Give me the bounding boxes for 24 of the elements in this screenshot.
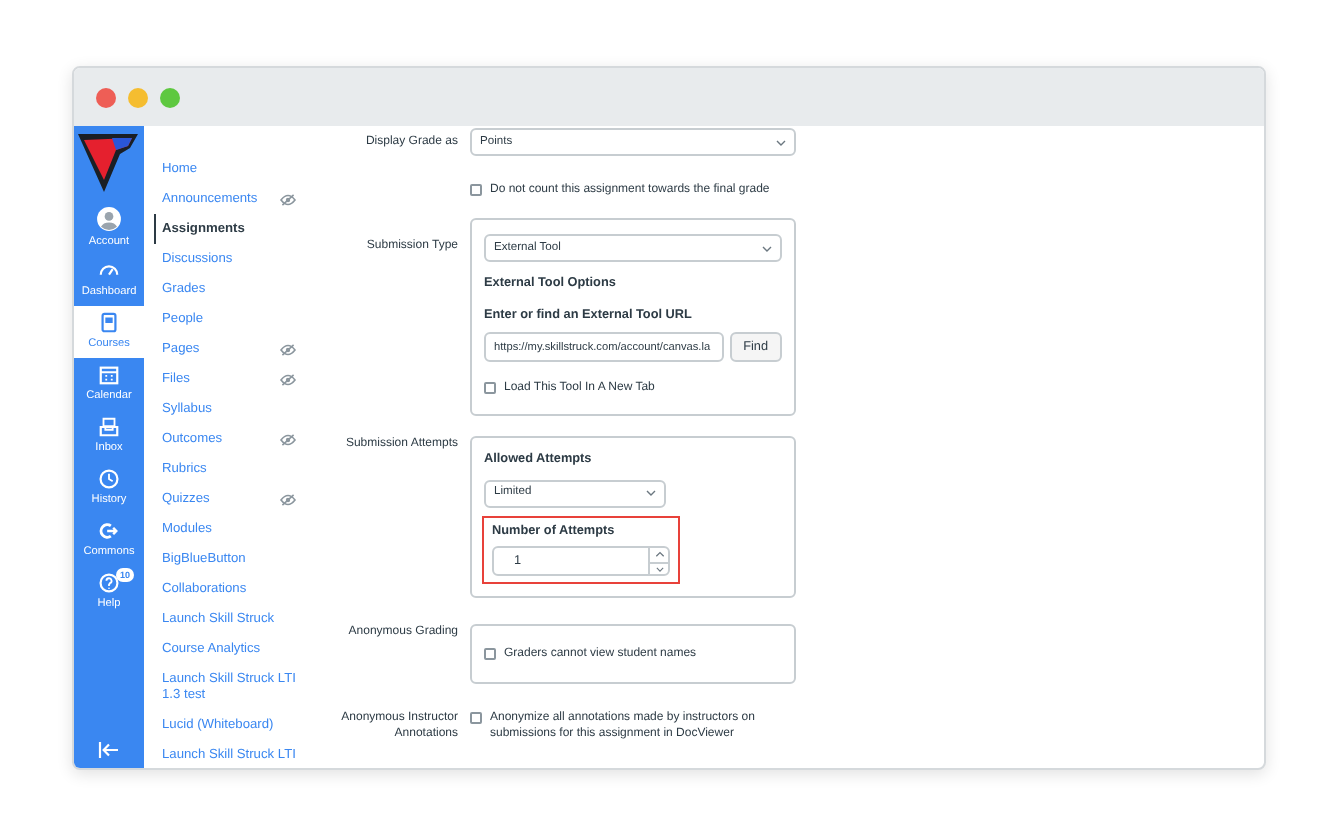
inbox-icon [98,415,120,438]
hidden-eye-icon [280,373,296,385]
clock-icon [98,467,120,490]
hidden-eye-icon [280,433,296,445]
hidden-eye-icon [280,343,296,355]
arrow-icon [98,519,120,542]
decrement-icon[interactable] [650,561,668,575]
avatar-icon [96,205,122,232]
caret-icon [646,490,656,497]
caret-icon [776,139,786,145]
checkbox[interactable] [470,184,482,196]
caret-icon [762,245,772,251]
checkbox[interactable] [470,712,482,725]
collapse-icon[interactable] [98,742,120,758]
maximize-window-control[interactable] [160,87,180,107]
help-icon [98,571,120,594]
calendar-icon [98,363,120,386]
book-icon [98,311,120,334]
hidden-eye-icon [280,193,296,205]
checkbox[interactable] [484,648,496,661]
hidden-eye-icon [280,493,296,505]
increment-icon[interactable] [650,548,668,562]
checkbox[interactable] [484,382,496,395]
close-window-control[interactable] [96,87,116,107]
